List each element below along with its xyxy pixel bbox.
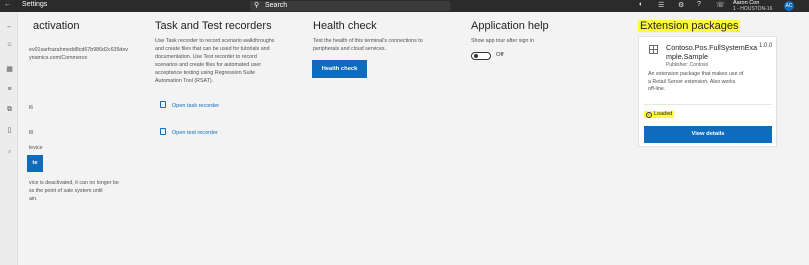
extensions-title: Extension packages (638, 20, 741, 32)
left-rail: ← ⌂ ▦ ≡ ⧉ ▯ ₂ (0, 12, 18, 265)
app-tour-label: Show app tour after sign in (471, 38, 535, 44)
orders-icon[interactable]: ₂ (5, 146, 14, 155)
extension-card: Contoso.Pos.FullSystemExa mple.Sample 1.… (638, 36, 777, 147)
phone-icon[interactable]: ☏ (716, 1, 725, 9)
toggle-state-label: Off (496, 52, 504, 58)
extension-name-line2: mple.Sample (666, 52, 708, 61)
activation-title: activation (33, 20, 80, 32)
package-icon (649, 45, 658, 54)
toggle-knob (474, 54, 478, 58)
search-icon: ⚲ (254, 2, 260, 9)
device-label: levice (29, 145, 43, 151)
clipboard-icon (160, 128, 166, 135)
user-store: 1 - HOUSTON-16 (733, 6, 773, 12)
recorders-desc-6: Automation Tool (RSAT). (155, 78, 214, 84)
help-icon[interactable]: ? (697, 1, 701, 8)
hamburger-menu-icon[interactable]: ☰ (658, 1, 664, 9)
recorders-desc-2: and create files that can be used for tu… (155, 46, 270, 52)
recorders-desc-4: scenarios and create files for automated… (155, 62, 261, 68)
recorders-desc-5: acceptance testing using Regression Suit… (155, 70, 256, 76)
extension-desc-2: a Retail Server extension. Also works (648, 78, 736, 85)
device-id-line1: ev01sarfrazahmedd8cd67b986d2c635dev (29, 47, 128, 53)
view-details-button[interactable]: View details (644, 126, 772, 143)
device-id-line2: ynamics.com/Commerce (29, 55, 88, 61)
app-help-title: Application help (471, 20, 549, 32)
recorders-desc-3: documentation. Use Test recorder to reco… (155, 54, 257, 60)
open-test-recorder-link[interactable]: Open test recorder (160, 128, 218, 136)
extension-version: 1.0.0 (759, 43, 773, 49)
deactivate-button[interactable]: te (27, 155, 43, 172)
back-arrow-icon[interactable]: ← (4, 1, 11, 8)
test-recorder-label: Open test recorder (172, 130, 218, 136)
health-title: Health check (313, 20, 377, 32)
layers-icon[interactable]: ⧉ (5, 105, 14, 114)
extension-name-line1: Contoso.Pos.FullSystemExa (666, 43, 758, 52)
health-check-button[interactable]: Health check (312, 60, 367, 78)
document-icon[interactable]: ▯ (5, 126, 14, 135)
avatar[interactable]: AC (784, 1, 794, 11)
app-tour-toggle[interactable] (471, 52, 491, 60)
clipboard-icon (160, 101, 166, 108)
open-task-recorder-link[interactable]: Open task recorder (160, 101, 219, 109)
extension-desc-1: An extension package that makes use of (648, 71, 744, 77)
home-icon[interactable]: ⌂ (5, 40, 14, 49)
back-icon[interactable]: ← (5, 22, 14, 31)
extension-desc-3: off-line. (648, 86, 666, 92)
check-circle-icon: ✓ (646, 112, 652, 118)
recorders-desc-1: Use Task recorder to record scenario wal… (155, 38, 275, 44)
extension-publisher: Publisher: Contoso (666, 62, 709, 68)
app-title: Settings (22, 1, 48, 8)
activation-note-line3: ain. (29, 196, 38, 202)
activation-note-line1: vice is deactivated, it can no longer be (29, 180, 119, 186)
status-label: Loaded (654, 111, 673, 117)
top-bar: ← Settings ⚲ Search ◖ ☰ ⚙ ? ☏ Aaron Con … (0, 0, 809, 12)
card-divider (644, 104, 772, 105)
gear-icon[interactable]: ⚙ (678, 1, 684, 9)
extension-name: Contoso.Pos.FullSystemExa mple.Sample (666, 43, 758, 61)
activation-value2: l8 (29, 130, 34, 136)
extension-description: An extension package that makes use of a… (648, 71, 768, 94)
products-icon[interactable]: ▦ (5, 65, 14, 74)
activation-note-line2: ss the point of sale system until (29, 188, 103, 194)
health-desc-2: peripherals and cloud services. (313, 46, 387, 52)
activation-value1: l6 (29, 105, 34, 111)
search-box[interactable]: ⚲ Search (250, 1, 450, 11)
list-icon[interactable]: ≡ (5, 85, 14, 94)
health-desc-1: Test the health of this terminal's conne… (313, 38, 423, 44)
search-placeholder: Search (265, 2, 288, 9)
status-badge: ✓ Loaded (644, 111, 675, 118)
task-recorder-label: Open task recorder (172, 103, 220, 109)
recorders-title: Task and Test recorders (155, 20, 272, 32)
microphone-icon[interactable]: ◖ (638, 1, 642, 8)
